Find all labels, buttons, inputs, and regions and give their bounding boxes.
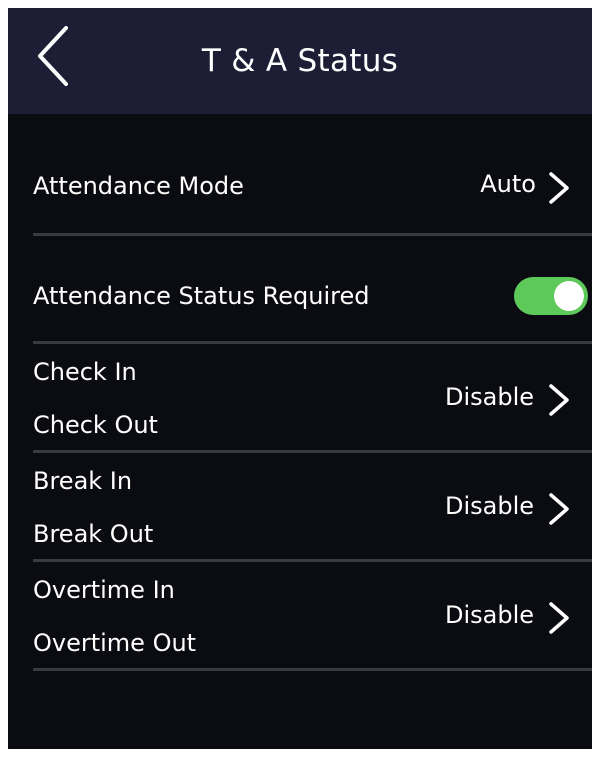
back-button[interactable] <box>24 18 84 98</box>
check-in-label: Check In <box>33 358 137 386</box>
toggle-knob <box>554 281 584 311</box>
chevron-left-icon <box>38 26 68 86</box>
device-screen: T & A Status Attendance Mode Auto Attend… <box>8 8 592 749</box>
chevron-right-icon <box>549 172 569 204</box>
header-bar: T & A Status <box>8 8 592 114</box>
overtime-in-out-value: Disable <box>444 601 534 629</box>
chevron-right-icon <box>549 384 569 416</box>
divider <box>33 668 592 671</box>
check-in-out-row[interactable]: Check In Check Out Disable <box>8 344 592 451</box>
attendance-mode-row[interactable]: Attendance Mode Auto <box>8 114 592 240</box>
break-in-out-row[interactable]: Break In Break Out Disable <box>8 453 592 560</box>
attendance-mode-value: Auto <box>480 170 536 198</box>
overtime-out-label: Overtime Out <box>33 629 197 657</box>
attendance-status-required-label: Attendance Status Required <box>33 282 370 310</box>
check-out-label: Check Out <box>33 411 158 439</box>
attendance-status-required-row: Attendance Status Required <box>8 236 592 342</box>
overtime-in-out-row[interactable]: Overtime In Overtime Out Disable <box>8 562 592 669</box>
check-in-out-value: Disable <box>444 383 534 411</box>
break-in-label: Break In <box>33 467 133 495</box>
chevron-right-icon <box>549 493 569 525</box>
break-out-label: Break Out <box>33 520 154 548</box>
overtime-in-label: Overtime In <box>33 576 175 604</box>
attendance-status-required-toggle[interactable] <box>514 277 588 315</box>
page-title: T & A Status <box>201 43 399 79</box>
attendance-mode-label: Attendance Mode <box>33 172 244 200</box>
break-in-out-value: Disable <box>444 492 534 520</box>
chevron-right-icon <box>549 602 569 634</box>
